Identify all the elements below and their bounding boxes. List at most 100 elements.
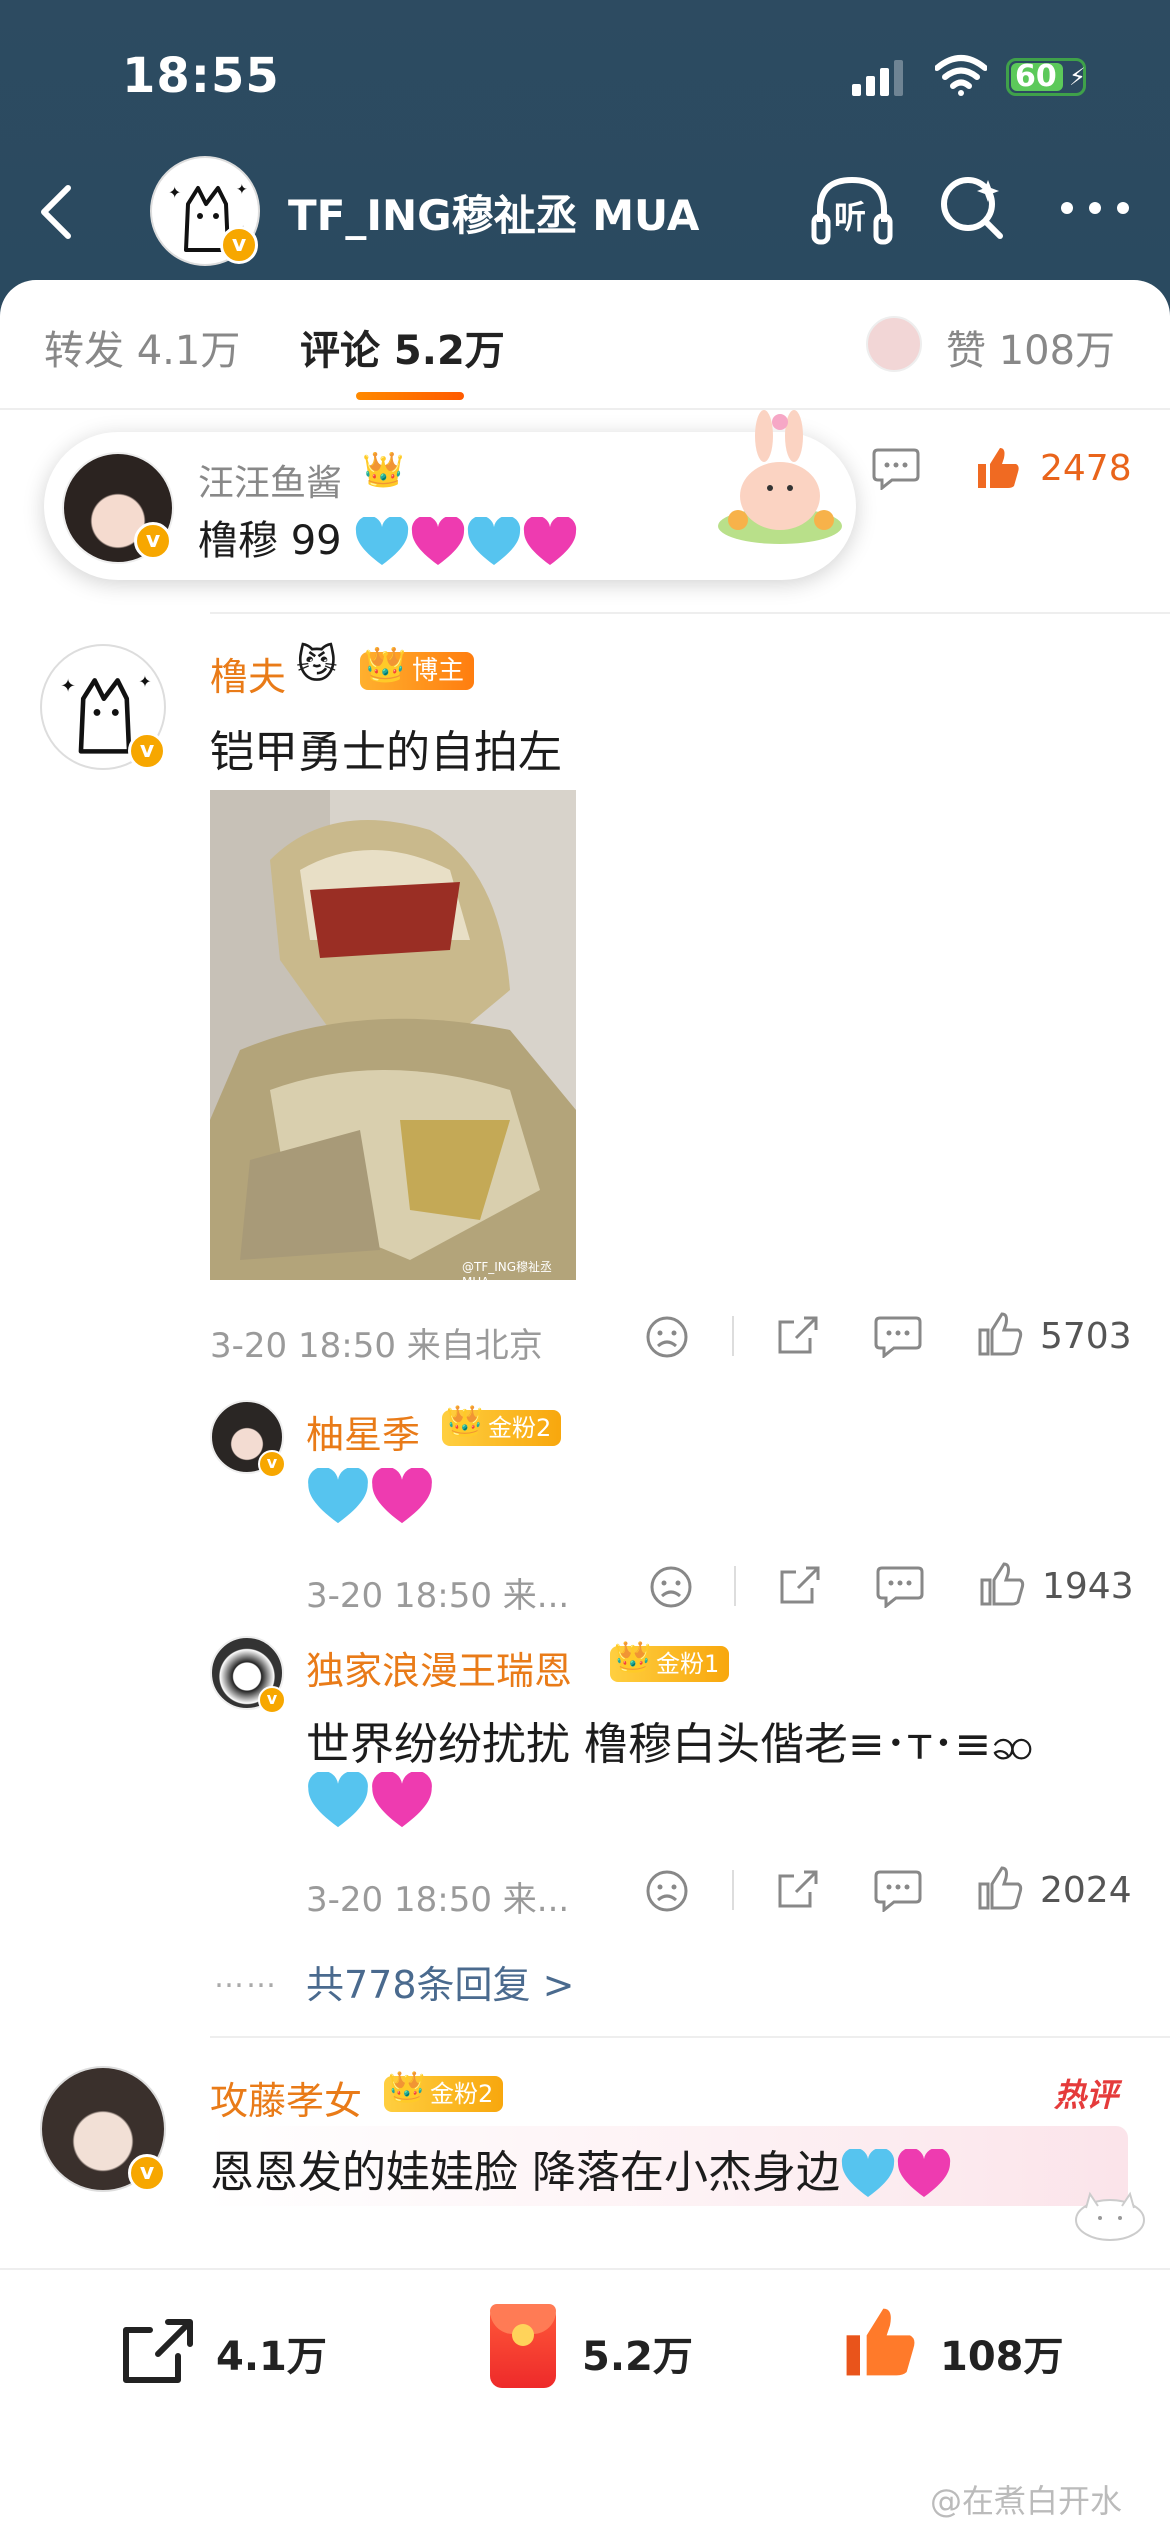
share-icon[interactable] <box>774 1866 820 1912</box>
repost-button[interactable]: 4.1万 <box>120 2310 340 2390</box>
blue-heart-icon <box>841 2149 895 2197</box>
comment-count: 5.2万 <box>582 2334 693 2380</box>
cat-emoji-icon: 😼 <box>296 642 338 688</box>
verified-badge-icon: v <box>258 1686 286 1714</box>
bunny-sticker-icon <box>718 410 842 544</box>
comment-username[interactable]: 橹夫 <box>210 646 286 701</box>
tab-comments[interactable]: 评论 5.2万 <box>300 318 505 376</box>
battery-level: 60 <box>1015 59 1057 94</box>
comment-divider <box>210 612 1170 614</box>
like-filled-icon <box>846 2308 915 2376</box>
share-icon[interactable] <box>774 1312 820 1358</box>
crown-icon: 👑 <box>364 645 407 685</box>
verified-badge-icon: v <box>220 226 258 264</box>
blue-heart-icon <box>308 1772 368 1828</box>
comment-text: 铠甲勇士的自拍左 <box>210 727 562 778</box>
like-count: 108万 <box>940 2334 1064 2380</box>
action-divider <box>732 1870 734 1910</box>
liker-avatar <box>866 316 922 372</box>
like-count: 2024 <box>1040 1870 1132 1911</box>
comment-text-content: 恩恩发的娃娃脸 降落在小杰身边 <box>210 2147 840 2198</box>
watermark: @在煮白开水 <box>930 2482 1123 2520</box>
comment-icon[interactable] <box>874 1868 922 1912</box>
verified-badge-icon: v <box>258 1450 286 1478</box>
pink-heart-icon <box>897 2149 951 2197</box>
crown-icon: 👑 <box>446 1404 484 1439</box>
share-icon[interactable] <box>776 1562 822 1608</box>
active-tab-indicator <box>356 392 464 400</box>
tab-divider <box>0 408 1170 410</box>
photo-watermark: @TF_ING穆祉丞MUA <box>462 1260 553 1280</box>
reply-hearts <box>306 1468 434 1528</box>
reply-username[interactable]: 柚星季 <box>306 1404 420 1459</box>
action-divider <box>734 1566 736 1606</box>
svg-text:✦: ✦ <box>236 182 248 198</box>
comment-icon[interactable] <box>874 1314 922 1358</box>
popup-text: 橹穆 99 <box>198 518 342 564</box>
listen-label: 听 <box>834 198 867 236</box>
cat-sticker-icon <box>1075 2191 1145 2241</box>
svg-text:✦: ✦ <box>168 183 181 202</box>
dislike-face-icon[interactable] <box>648 1564 694 1610</box>
dislike-face-icon[interactable] <box>644 1314 690 1360</box>
comment-button[interactable]: 5.2万 <box>486 2304 726 2390</box>
page-title: TF_ING穆祉丞 MUA <box>288 191 700 240</box>
action-divider <box>732 1316 734 1356</box>
comment-divider <box>210 2036 1170 2038</box>
armor-photo-image <box>210 790 576 1280</box>
popup-like-count: 2478 <box>1040 448 1132 489</box>
fan-badge: 👑 金粉2 <box>384 2070 504 2112</box>
verified-badge-icon: v <box>128 2154 166 2192</box>
blue-heart-icon <box>308 1468 368 1524</box>
repost-icon <box>123 2319 193 2383</box>
crown-icon: 👑 <box>362 450 405 490</box>
svg-text:✦: ✦ <box>138 672 151 691</box>
comment-icon[interactable] <box>872 446 920 490</box>
search-icon[interactable] <box>938 172 1008 244</box>
wifi-icon <box>935 55 987 96</box>
like-icon[interactable] <box>978 1560 1026 1608</box>
svg-text:✦: ✦ <box>60 676 75 697</box>
blue-heart-icon <box>356 517 409 565</box>
fan-badge: 👑 金粉1 <box>610 1640 730 1682</box>
battery-icon: 60 ⚡ <box>1006 58 1086 96</box>
popup-username: 汪汪鱼酱 <box>198 463 343 504</box>
more-options-icon[interactable] <box>1055 172 1135 242</box>
tab-likes[interactable]: 赞 108万 <box>946 318 1115 376</box>
tab-reposts[interactable]: 转发 4.1万 <box>44 318 240 376</box>
comment-icon[interactable] <box>876 1564 924 1608</box>
floating-comment-popup[interactable]: v 汪汪鱼酱 👑 橹穆 99 <box>44 410 856 580</box>
dislike-face-icon[interactable] <box>644 1868 690 1914</box>
reply-username[interactable]: 独家浪漫王瑞恩 <box>306 1640 572 1695</box>
like-count: 1943 <box>1042 1566 1134 1607</box>
like-icon[interactable] <box>976 1310 1024 1358</box>
fan-badge-label: 金粉1 <box>656 1650 720 1678</box>
blogger-badge: 👑 博主 <box>360 646 475 690</box>
cellular-signal-icon <box>852 60 903 96</box>
popup-comment-text: 橹穆 99 <box>198 508 578 569</box>
like-filled-icon[interactable] <box>974 444 1022 492</box>
like-icon[interactable] <box>976 1864 1024 1912</box>
fan-badge-label: 金粉2 <box>488 1414 552 1442</box>
reply-text: 世界纷纷扰扰 橹穆白头偕老≡･ᴛ･≡ဆ <box>306 1719 1034 1770</box>
verified-badge-icon: v <box>134 522 172 560</box>
view-replies-link[interactable]: 共778条回复 > <box>306 1954 574 2009</box>
hot-comment-label: 热评 <box>1054 2076 1119 2114</box>
comment-username[interactable]: 攻藤孝女 <box>210 2070 362 2125</box>
crown-icon: 👑 <box>614 1640 652 1675</box>
reply-meta: 3-20 18:50 来... <box>306 1880 570 1920</box>
blue-heart-icon <box>468 517 521 565</box>
comment-meta: 3-20 18:50 来自北京 <box>210 1326 543 1366</box>
reply-meta: 3-20 18:50 来... <box>306 1576 570 1616</box>
fan-badge-label: 金粉2 <box>430 2080 494 2108</box>
repost-count: 4.1万 <box>216 2334 327 2380</box>
listen-button[interactable]: 听 <box>810 170 894 250</box>
reply-hearts <box>306 1772 434 1832</box>
comment-photo[interactable]: @TF_ING穆祉丞MUA <box>210 790 576 1280</box>
fan-badge: 👑 金粉2 <box>442 1404 562 1446</box>
back-arrow-icon[interactable] <box>30 172 90 252</box>
ellipsis-icon: …… <box>214 1960 278 1995</box>
like-button[interactable]: 108万 <box>840 2300 1080 2390</box>
pink-heart-icon <box>412 517 465 565</box>
crown-icon: 👑 <box>388 2070 426 2105</box>
